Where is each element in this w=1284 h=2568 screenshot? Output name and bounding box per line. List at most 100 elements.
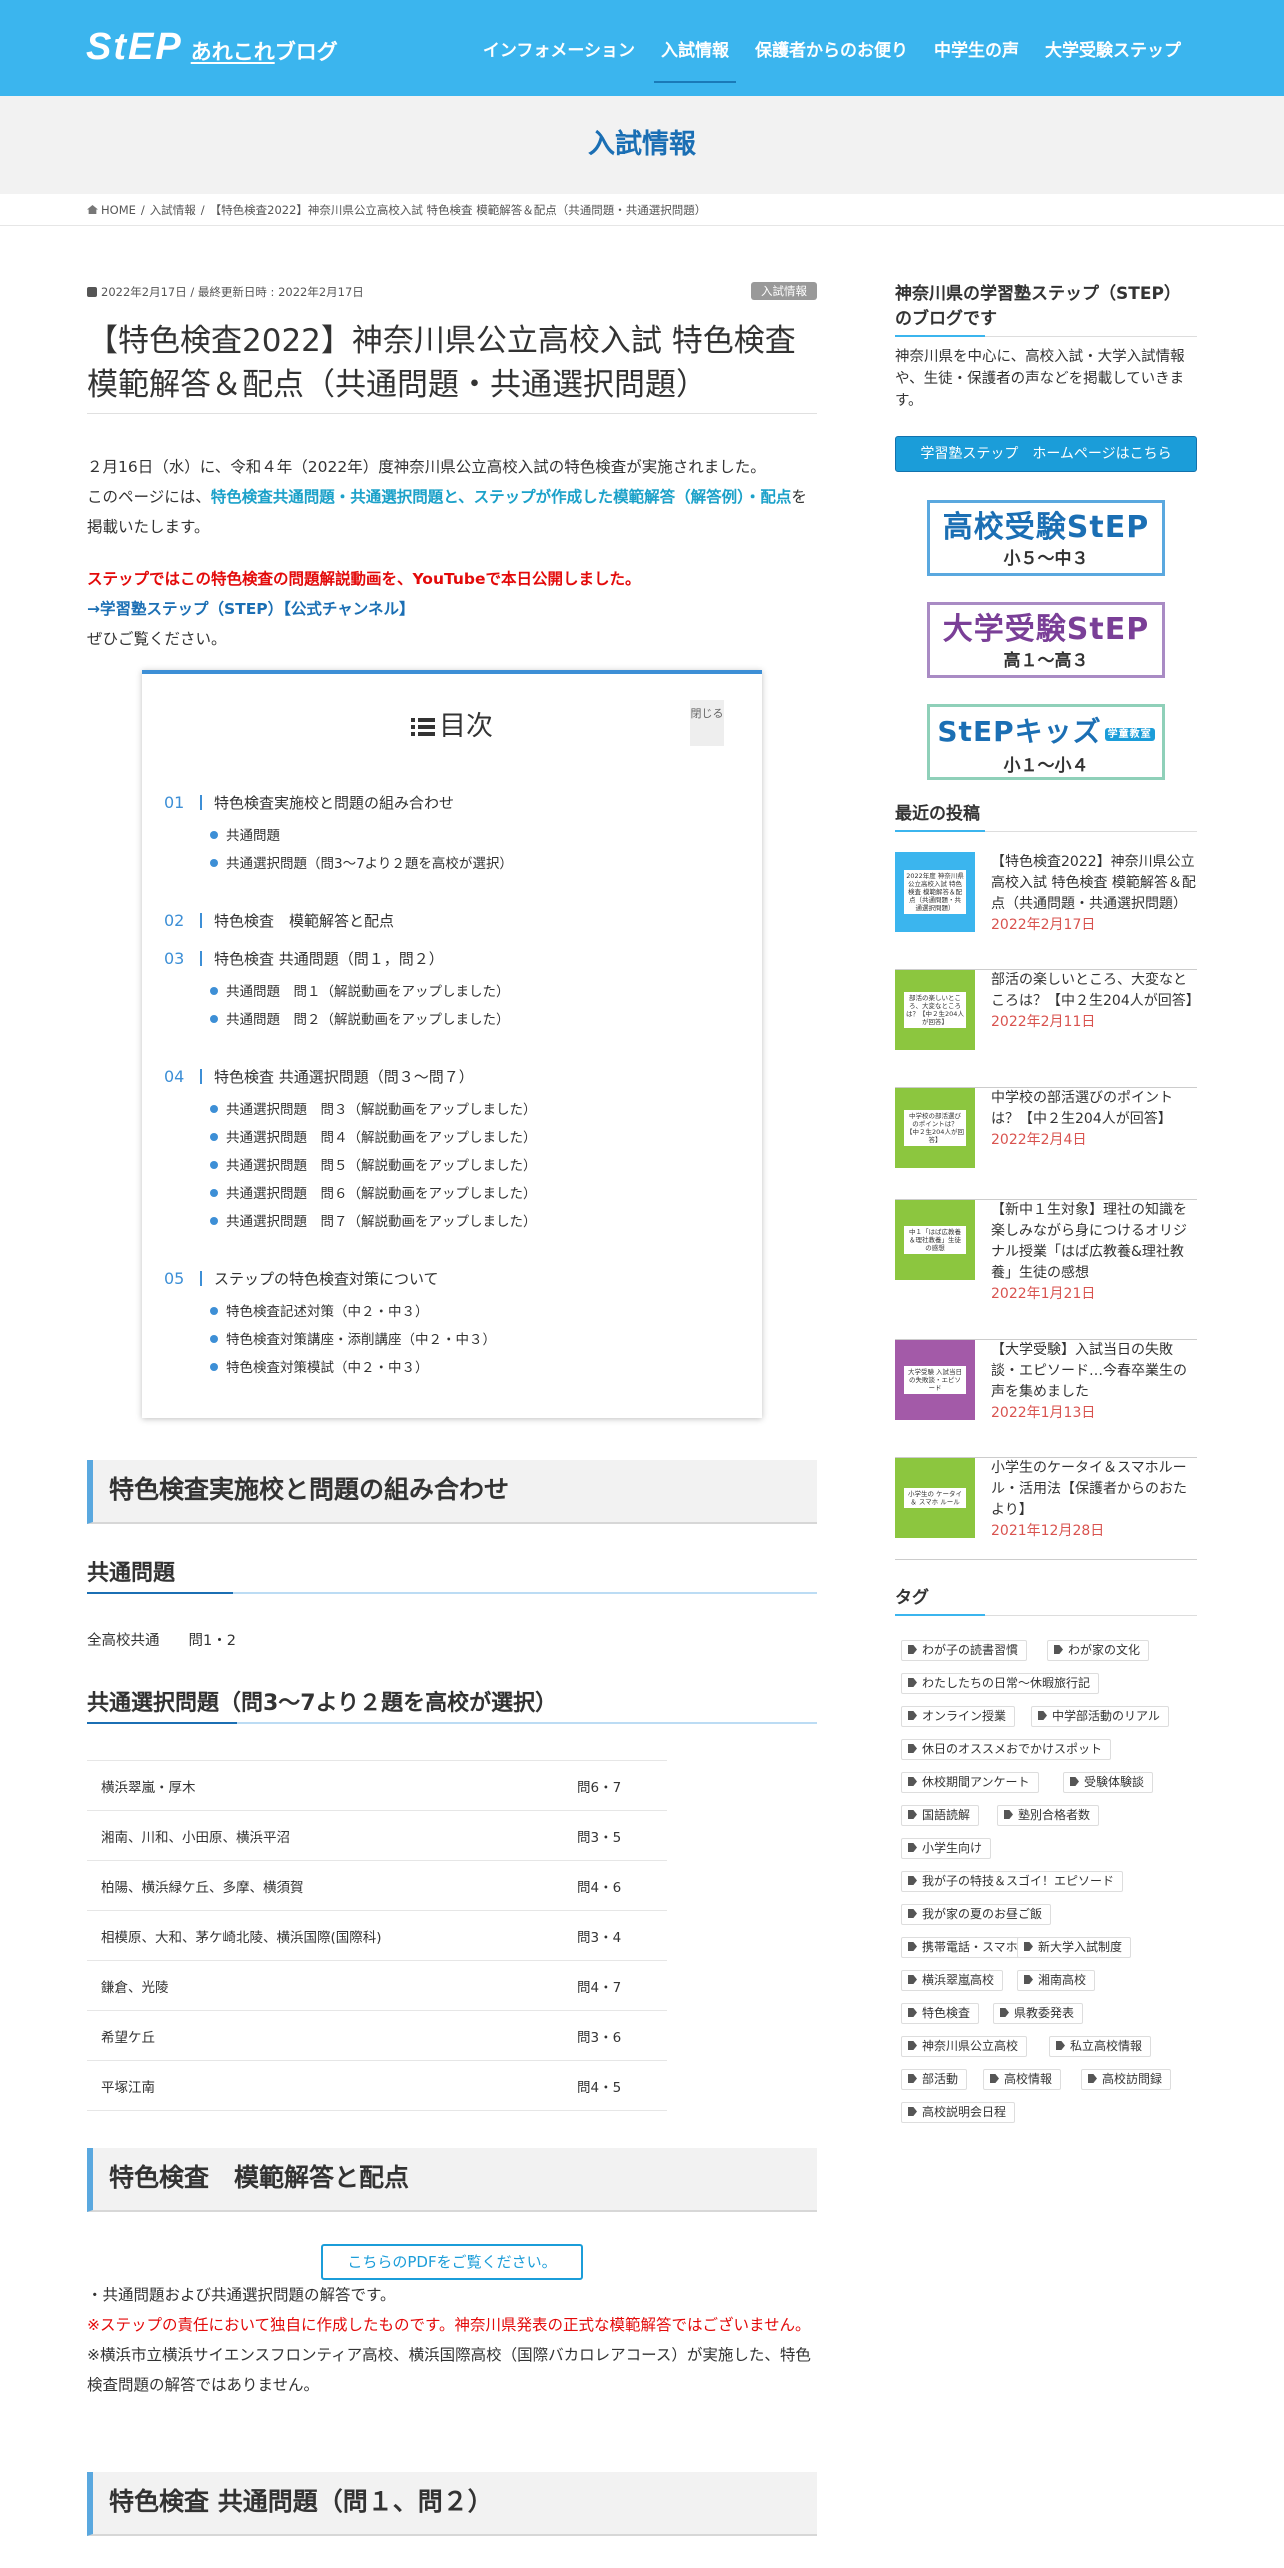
table-row: 横浜翠嵐・厚木 問6・7 [87,1760,667,1811]
toc-item-01[interactable]: 01 特色検査実施校と問題の組み合わせ [164,792,454,813]
post-thumbnail[interactable]: 大学受験 入試当日の失敗談・エピソード [895,1340,975,1420]
toc-sub-q5[interactable]: 共通選択問題 問５（解説動画をアップしました） [210,1154,537,1174]
table-row: 希望ケ丘 問3・6 [87,2010,667,2061]
toc-sub-common[interactable]: 共通問題 [210,824,280,844]
recent-post-item[interactable]: 2022年度 神奈川県公立高校入試 特色検査 模範解答＆配点（共通問題・共通選択… [895,852,1197,970]
tag-link[interactable]: 受験体験談 [1063,1772,1154,1793]
site-logo[interactable]: StEP あれこれブログ [86,27,338,67]
home-icon [87,205,98,214]
table-row: 湘南、川和、小田原、横浜平沼 問3・5 [87,1810,667,1861]
breadcrumb-category[interactable]: 入試情報 [150,203,196,217]
tag-link[interactable]: オンライン授業 [901,1706,1016,1727]
sidebar-about-text: 神奈川県を中心に、高校入試・大学入試情報や、生徒・保護者の声などを掲載していきま… [895,349,1185,409]
nav-exam-info[interactable]: 入試情報 [648,30,742,83]
tag-link[interactable]: 私立高校情報 [1049,2036,1152,2057]
toc-sub-q7[interactable]: 共通選択問題 問７（解説動画をアップしました） [210,1210,537,1230]
recent-post-item[interactable]: 中１「はば広教養＆理社教養」生徒の感想 【新中１生対象】理社の知識を楽しみながら… [895,1200,1197,1340]
nav-information[interactable]: インフォメーション [470,30,648,67]
post-thumbnail[interactable]: 中学校の部活選びのポイントは？【中２生204人が回答】 [895,1088,975,1168]
toc-sub-course[interactable]: 特色検査対策講座・添削講座（中２・中３） [210,1328,496,1348]
post-meta: 2022年2月17日 / 最終更新日時 : 2022年2月17日 [87,284,364,300]
list-icon [411,718,435,736]
tag-link[interactable]: 休校期間アンケート [901,1772,1039,1793]
section-heading-answers: 特色検査 模範解答と配点 [87,2148,817,2212]
table-row: 柏陽、横浜緑ケ丘、多摩、横須賀 問4・6 [87,1860,667,1911]
tag-link[interactable]: わたしたちの日常～休暇旅行記 [901,1673,1100,1694]
toc-item-03[interactable]: 03 特色検査 共通問題（問１，問２） [164,948,444,969]
banner-step-kids[interactable]: StEPキッズ 学童教室 小１〜小４ [927,704,1165,780]
tag-link[interactable]: 横浜翠嵐高校 [901,1970,1004,1991]
table-row: 相模原、大和、茅ケ崎北陵、横浜国際(国際科) 問3・4 [87,1910,667,1961]
tag-link[interactable]: わが子の読書習慣 [901,1640,1028,1661]
tag-link[interactable]: 県教委発表 [993,2003,1084,2024]
section-heading-combinations: 特色検査実施校と問題の組み合わせ [87,1460,817,1524]
page-title-band: 入試情報 [0,96,1284,194]
post-thumbnail[interactable]: 部活の楽しいところ、大変なところは？【中２生204人が回答】 [895,970,975,1050]
tag-link[interactable]: 休日のオススメおでかけスポット [901,1739,1112,1760]
toc-close-button[interactable]: 閉じる [690,700,724,746]
post-thumbnail[interactable]: 中１「はば広教養＆理社教養」生徒の感想 [895,1200,975,1280]
intro-paragraph: ２月16日（水）に、令和４年（2022年）度神奈川県公立高校入試の特色検査が実施… [87,458,807,536]
toc-item-02[interactable]: 02 特色検査 模範解答と配点 [164,910,394,931]
nav-student-voice[interactable]: 中学生の声 [921,30,1032,67]
tag-link[interactable]: 高校情報 [983,2069,1062,2090]
recent-posts-heading: 最近の投稿 [895,802,1197,832]
logo-sub: あれこれ [190,40,275,64]
tag-link[interactable]: 塾別合格者数 [997,1805,1100,1826]
toc-sub-q3[interactable]: 共通選択問題 問３（解説動画をアップしました） [210,1098,537,1118]
table-row: 平塚江南 問4・5 [87,2060,667,2111]
logo-sub2: ブログ [274,40,338,64]
table-row: 鎌倉、光陵 問4・7 [87,1960,667,2011]
tag-link[interactable]: わが家の文化 [1047,1640,1150,1661]
heading-common-problems: 共通問題 [87,1556,817,1594]
homepage-button[interactable]: 学習塾ステップ ホームページはこちら [895,436,1197,472]
toc-sub-q2[interactable]: 共通問題 問２（解説動画をアップしました） [210,1008,510,1028]
post-title: 【特色検査2022】神奈川県公立高校入試 特色検査 模範解答＆配点（共通問題・共… [87,319,817,414]
tag-link[interactable]: 国語読解 [901,1805,980,1826]
recent-post-item[interactable]: 小学生の ケータイ＆ スマホ ルール 小学生のケータイ＆スマホルール・活用法【保… [895,1458,1197,1560]
tag-link[interactable]: 中学部活動のリアル [1031,1706,1169,1727]
page-title: 入試情報 [588,129,696,160]
toc-sub-q6[interactable]: 共通選択問題 問６（解説動画をアップしました） [210,1182,537,1202]
post-thumbnail[interactable]: 2022年度 神奈川県公立高校入試 特色検査 模範解答＆配点（共通問題・共通選択… [895,852,975,932]
toc-sub-q4[interactable]: 共通選択問題 問４（解説動画をアップしました） [210,1126,537,1146]
toc-item-05[interactable]: 05 ステップの特色検査対策について [164,1268,439,1289]
tag-link[interactable]: 我が家の夏のお昼ご飯 [901,1904,1052,1925]
tag-link[interactable]: 高校訪問録 [1081,2069,1172,2090]
tag-link[interactable]: 神奈川県公立高校 [901,2036,1028,2057]
recent-post-item[interactable]: 中学校の部活選びのポイントは？【中２生204人が回答】 中学校の部活選びのポイン… [895,1088,1197,1200]
banner-high-school-step[interactable]: 高校受験StEP 小５〜中３ [927,500,1165,576]
recent-post-item[interactable]: 部活の楽しいところ、大変なところは？【中２生204人が回答】 部活の楽しいところ… [895,970,1200,1088]
category-badge[interactable]: 入試情報 [751,282,817,300]
toc-sub-mock[interactable]: 特色検査対策模試（中２・中３） [210,1356,429,1376]
toc-item-04[interactable]: 04 特色検査 共通選択問題（問３～問７） [164,1066,474,1087]
school-combination-table: 横浜翠嵐・厚木 問6・7 湘南、川和、小田原、横浜平沼 問3・5 柏陽、横浜緑ケ丘、… [87,1760,667,2111]
breadcrumb: HOME / 入試情報 / 【特色検査2022】神奈川県公立高校入試 特色検査 模範解答… [0,194,1284,226]
tag-link[interactable]: 特色検査 [901,2003,980,2024]
site-header: StEP あれこれブログ インフォメーション 入試情報 保護者からのお便り 中学… [0,0,1284,96]
nav-university-step[interactable]: 大学受験ステップ [1032,30,1194,67]
breadcrumb-home[interactable]: HOME [101,203,136,217]
logo-step: StEP [86,26,183,68]
heading-selection-problems: 共通選択問題（問3～7より２題を高校が選択） [87,1686,817,1724]
tag-link[interactable]: 高校説明会日程 [901,2102,1016,2123]
nav-parents-letters[interactable]: 保護者からのお便り [742,30,921,67]
tag-link[interactable]: 我が子の特技＆スゴイ！エピソード [901,1871,1124,1892]
pdf-button[interactable]: こちらのPDFをご覧ください。 [321,2244,583,2280]
post-thumbnail[interactable]: 小学生の ケータイ＆ スマホ ルール [895,1458,975,1538]
table-of-contents: 目次 閉じる 01 特色検査実施校と問題の組み合わせ 共通問題 共通選択問題（問3… [142,670,762,1418]
tag-link[interactable]: 新大学入試制度 [1017,1937,1132,1958]
toc-sub-essay[interactable]: 特色検査記述対策（中２・中３） [210,1300,429,1320]
recent-post-item[interactable]: 大学受験 入試当日の失敗談・エピソード 【大学受験】入試当日の失敗談・エピソード… [895,1340,1197,1458]
toc-title: 目次 [142,704,762,743]
tag-link[interactable]: 湘南高校 [1017,1970,1096,1991]
banner-university-step[interactable]: 大学受験StEP 高１〜高３ [927,602,1165,678]
tag-link[interactable]: 携帯電話・スマホ [901,1937,1027,1958]
toc-sub-select[interactable]: 共通選択問題（問3～7より２題を高校が選択） [210,852,513,872]
tag-link[interactable]: 小学生向け [901,1838,992,1859]
common-problems-text: 全高校共通 問1・2 [87,1633,236,1649]
toc-sub-q1[interactable]: 共通問題 問１（解説動画をアップしました） [210,980,510,1000]
tags-heading: タグ [895,1586,1197,1616]
youtube-channel-link[interactable]: →学習塾ステップ（STEP）【公式チャンネル】 [87,600,414,618]
tag-link[interactable]: 部活動 [901,2069,968,2090]
